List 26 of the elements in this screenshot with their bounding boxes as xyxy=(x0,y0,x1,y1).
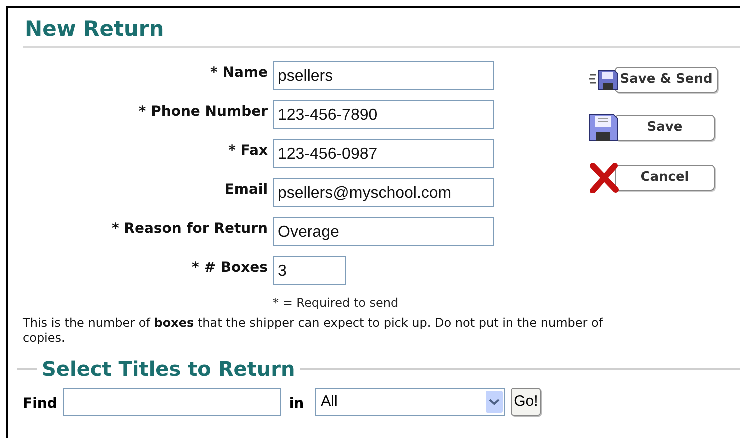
cancel-button[interactable]: Cancel xyxy=(615,165,715,191)
go-button[interactable]: Go! xyxy=(511,388,542,416)
in-label: in xyxy=(289,394,304,414)
input-field[interactable]: 123-456-0987 xyxy=(273,139,494,168)
help-text: This is the number of boxes that the shipper can expect to pick up. Do not put in the number of copies. xyxy=(23,316,604,346)
field-label: * Reason for Return xyxy=(110,220,268,239)
input-field[interactable]: psellers xyxy=(273,61,494,90)
input-field[interactable]: 123-456-7890 xyxy=(273,100,494,129)
input-field[interactable]: 3 xyxy=(273,256,346,285)
input-field[interactable]: psellers@myschool.com xyxy=(273,178,494,207)
field-label: * Phone Number xyxy=(138,103,268,122)
input-field[interactable]: Overage xyxy=(273,217,494,246)
save-button[interactable]: Save xyxy=(615,115,715,141)
cross-icon xyxy=(589,163,619,193)
find-label: Find xyxy=(23,394,58,414)
field-label: * # Boxes xyxy=(191,259,268,278)
floppy-disk-icon xyxy=(589,68,619,92)
field-label: Email xyxy=(224,181,268,200)
field-label: * Fax xyxy=(228,142,268,161)
save-button[interactable]: Save & Send xyxy=(615,67,718,93)
section-title: Select Titles to Return xyxy=(41,356,296,382)
find-field[interactable] xyxy=(63,388,282,416)
field-label: * Name xyxy=(210,64,268,83)
scope-dropdown[interactable]: All xyxy=(315,388,506,416)
page-title: New Return xyxy=(24,16,166,43)
required-note: * = Required to send xyxy=(273,295,400,312)
